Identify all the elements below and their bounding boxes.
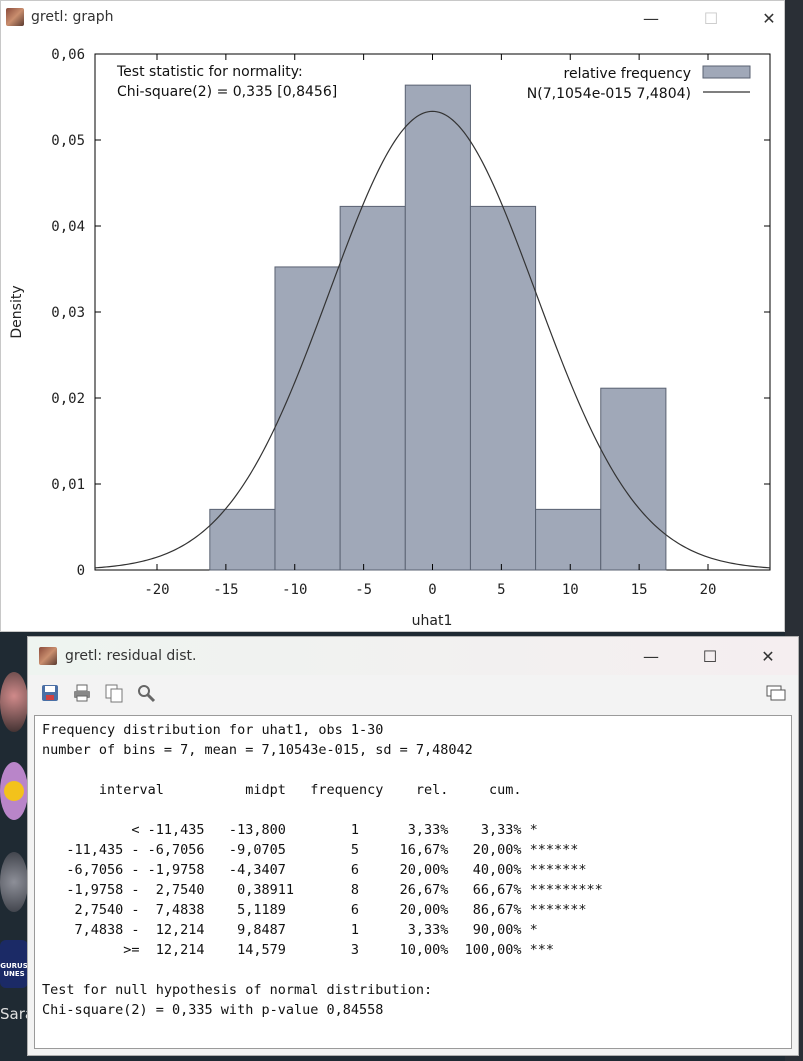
y-tick-label: 0,01 bbox=[51, 477, 85, 493]
histogram-chart: -20 -15 -10 -5 0 5 10 15 20 0 0,01 0,02 0,03 0,04 0,0… bbox=[9, 47, 771, 629]
minimize-button[interactable]: — bbox=[631, 641, 671, 671]
x-tick-label: 10 bbox=[562, 582, 579, 598]
find-icon[interactable] bbox=[134, 681, 158, 705]
output-line: 2,7540 - 7,4838 5,1189 6 20,00% 86,67% *… bbox=[42, 902, 587, 918]
output-line: Chi-square(2) = 0,335 with p-value 0,845… bbox=[42, 1002, 384, 1018]
output-line: -1,9758 - 2,7540 0,38911 8 26,67% 66,67%… bbox=[42, 882, 603, 898]
y-tick-label: 0,03 bbox=[51, 305, 85, 321]
graph-window: gretl: graph — ☐ ✕ -20 -15 -10 -5 0 5 10 15 20 0… bbox=[0, 0, 785, 632]
x-tick-label: 0 bbox=[428, 582, 436, 598]
legend-curve-label: N(7,1054e-015 7,4804) bbox=[527, 86, 691, 102]
windows-icon[interactable] bbox=[764, 681, 788, 705]
output-line: < -11,435 -13,800 1 3,33% 3,33% * bbox=[42, 822, 538, 838]
histogram-bar bbox=[274, 266, 341, 571]
desktop-badge[interactable]: GURUS UNES bbox=[0, 940, 28, 988]
sunflower-icon[interactable] bbox=[0, 762, 28, 820]
y-tick-label: 0,02 bbox=[51, 391, 85, 407]
close-button[interactable]: ✕ bbox=[748, 641, 788, 671]
toolbar bbox=[28, 677, 798, 711]
y-tick-label: 0,04 bbox=[51, 219, 85, 235]
residual-window-title: gretl: residual dist. bbox=[65, 648, 197, 664]
output-text-area[interactable]: Frequency distribution for uhat1, obs 1-… bbox=[34, 715, 792, 1049]
x-tick-label: -5 bbox=[355, 582, 372, 598]
y-tick-label: 0 bbox=[77, 563, 85, 579]
histogram-bar bbox=[535, 508, 602, 571]
copy-icon[interactable] bbox=[102, 681, 126, 705]
output-line: >= 12,214 14,579 3 10,00% 100,00% *** bbox=[42, 942, 555, 958]
y-axis-label: Density bbox=[9, 285, 25, 338]
output-line: -6,7056 - -1,9758 -4,3407 6 20,00% 40,00… bbox=[42, 862, 587, 878]
output-line: Test for null hypothesis of normal distr… bbox=[42, 982, 433, 998]
histogram-bar bbox=[469, 205, 537, 571]
gretl-app-icon bbox=[39, 647, 57, 665]
x-tick-label: -10 bbox=[282, 582, 307, 598]
badge-line-1: GURUS bbox=[0, 962, 28, 970]
histogram-bar bbox=[209, 508, 276, 571]
output-line: number of bins = 7, mean = 7,10543e-015,… bbox=[42, 742, 473, 758]
x-axis-label: uhat1 bbox=[412, 613, 453, 629]
save-icon[interactable] bbox=[38, 681, 62, 705]
print-icon[interactable] bbox=[70, 681, 94, 705]
histogram-bar bbox=[404, 84, 471, 571]
desktop-avatar-2[interactable] bbox=[0, 852, 28, 912]
histogram-bar bbox=[339, 205, 406, 571]
output-line: interval midpt frequency rel. cum. bbox=[42, 782, 522, 798]
x-tick-label: 15 bbox=[631, 582, 648, 598]
y-tick-label: 0,05 bbox=[51, 133, 85, 149]
maximize-button[interactable]: ☐ bbox=[690, 641, 730, 671]
y-tick-label: 0,06 bbox=[51, 47, 85, 63]
annotation-line-1: Test statistic for normality: bbox=[116, 64, 303, 80]
output-line: Frequency distribution for uhat1, obs 1-… bbox=[42, 722, 384, 738]
badge-line-2: UNES bbox=[3, 970, 25, 978]
output-line: -11,435 - -6,7056 -9,0705 5 16,67% 20,00… bbox=[42, 842, 579, 858]
output-line: 7,4838 - 12,214 9,8487 1 3,33% 90,00% * bbox=[42, 922, 538, 938]
legend-bar-label: relative frequency bbox=[564, 66, 691, 82]
x-tick-label: 20 bbox=[700, 582, 717, 598]
x-tick-label: 5 bbox=[497, 582, 505, 598]
legend-bar-swatch bbox=[702, 65, 751, 79]
histogram-bar bbox=[600, 387, 667, 571]
x-tick-label: -20 bbox=[144, 582, 169, 598]
x-tick-label: -15 bbox=[213, 582, 238, 598]
desktop-avatar-1[interactable] bbox=[0, 672, 28, 732]
annotation-line-2: Chi-square(2) = 0,335 [0,8456] bbox=[117, 84, 337, 100]
residual-titlebar[interactable]: gretl: residual dist. — ☐ ✕ bbox=[28, 637, 798, 675]
residual-window: gretl: residual dist. — ☐ ✕ Frequency di… bbox=[27, 636, 799, 1056]
